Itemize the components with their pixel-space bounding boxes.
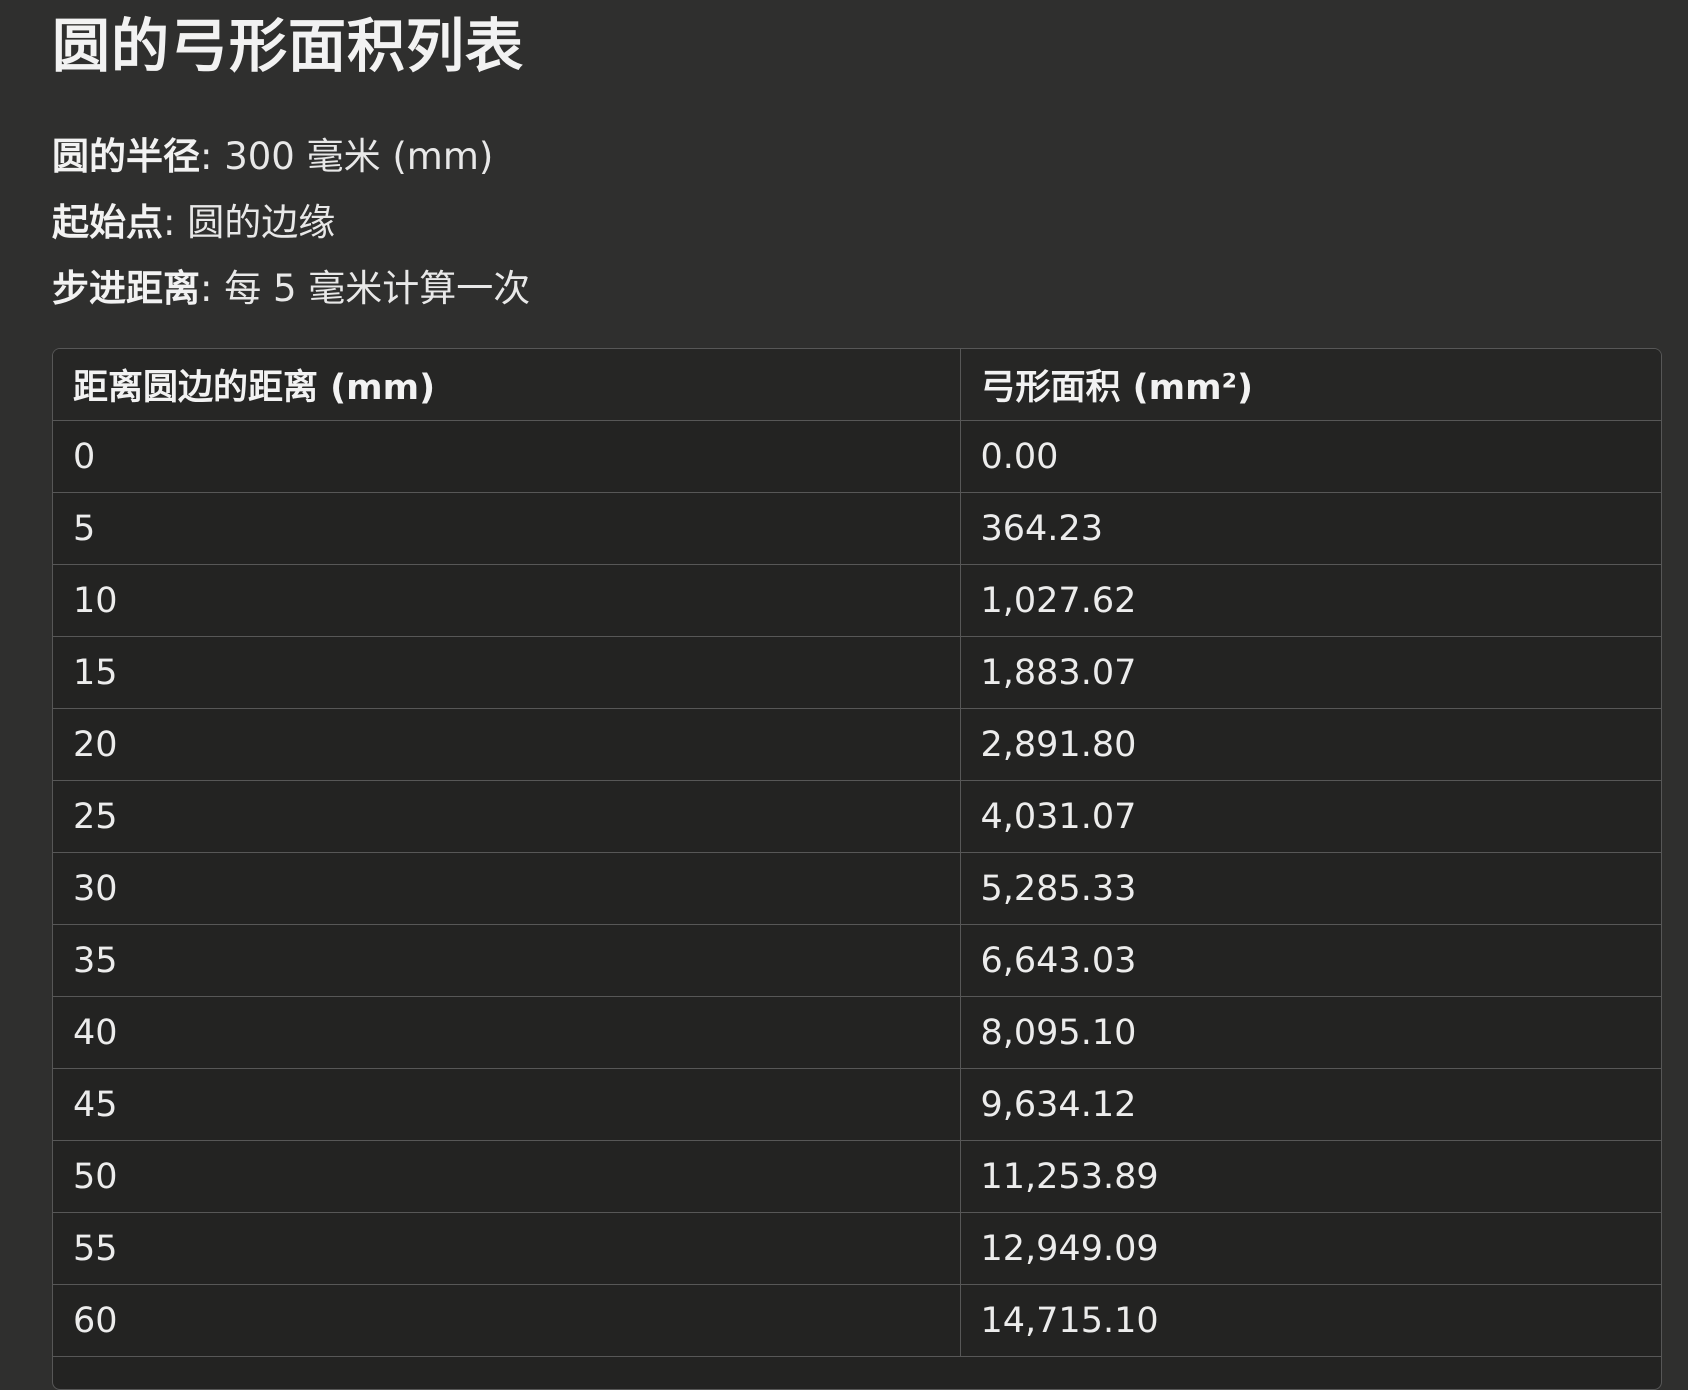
table-row: 20 2,891.80 — [53, 708, 1661, 781]
circle-parameters: 圆的半径: 300 毫米 (mm) 起始点: 圆的边缘 步进距离: 每 5 毫米… — [52, 124, 1662, 322]
distance-cell: 45 — [53, 1068, 960, 1141]
distance-cell: 50 — [53, 1140, 960, 1213]
distance-cell: 10 — [53, 564, 960, 637]
start-point-label: 起始点 — [52, 201, 163, 244]
area-cell: 4,031.07 — [959, 780, 1661, 853]
area-cell: 6,643.03 — [959, 924, 1661, 997]
area-cell: 0.00 — [959, 420, 1661, 493]
distance-cell: 60 — [53, 1284, 960, 1357]
distance-cell: 0 — [53, 420, 960, 493]
distance-cell: 55 — [53, 1212, 960, 1285]
column-header-area: 弓形面积 (mm²) — [959, 349, 1661, 421]
area-cell: 1,883.07 — [959, 636, 1661, 709]
table-row: 15 1,883.07 — [53, 636, 1661, 709]
table-row: 25 4,031.07 — [53, 780, 1661, 853]
area-cell: 11,253.89 — [959, 1140, 1661, 1213]
column-header-distance: 距离圆边的距离 (mm) — [53, 349, 960, 421]
distance-cell: 35 — [53, 924, 960, 997]
table-row: 0 0.00 — [53, 420, 1661, 493]
segment-area-table-container: 距离圆边的距离 (mm) 弓形面积 (mm²) 0 0.00 5 364.23 10… — [52, 348, 1662, 1390]
document-page: 圆的弓形面积列表 圆的半径: 300 毫米 (mm) 起始点: 圆的边缘 步进距… — [52, 0, 1662, 1390]
distance-cell: 25 — [53, 780, 960, 853]
table-row: 5 364.23 — [53, 492, 1661, 565]
area-cell: 9,634.12 — [959, 1068, 1661, 1141]
table-row: 50 11,253.89 — [53, 1140, 1661, 1213]
page-title: 圆的弓形面积列表 — [52, 12, 525, 80]
start-point-line: 起始点: 圆的边缘 — [52, 190, 1662, 256]
table-row: 35 6,643.03 — [53, 924, 1661, 997]
segment-area-table: 距离圆边的距离 (mm) 弓形面积 (mm²) 0 0.00 5 364.23 10… — [53, 349, 1661, 1357]
area-cell: 8,095.10 — [959, 996, 1661, 1069]
distance-cell: 20 — [53, 708, 960, 781]
radius-line: 圆的半径: 300 毫米 (mm) — [52, 124, 1662, 190]
table-row: 45 9,634.12 — [53, 1068, 1661, 1141]
table-row: 55 12,949.09 — [53, 1212, 1661, 1285]
radius-value: : 300 毫米 (mm) — [200, 135, 494, 178]
distance-cell: 5 — [53, 492, 960, 565]
table-row: 60 14,715.10 — [53, 1284, 1661, 1357]
step-distance-value: : 每 5 毫米计算一次 — [200, 267, 531, 310]
area-cell: 5,285.33 — [959, 852, 1661, 925]
table-header-row: 距离圆边的距离 (mm) 弓形面积 (mm²) — [53, 349, 1661, 421]
area-cell: 12,949.09 — [959, 1212, 1661, 1285]
table-row: 40 8,095.10 — [53, 996, 1661, 1069]
distance-cell: 15 — [53, 636, 960, 709]
table-row: 30 5,285.33 — [53, 852, 1661, 925]
start-point-value: : 圆的边缘 — [163, 201, 336, 244]
area-cell: 1,027.62 — [959, 564, 1661, 637]
step-distance-line: 步进距离: 每 5 毫米计算一次 — [52, 256, 1662, 322]
distance-cell: 40 — [53, 996, 960, 1069]
radius-label: 圆的半径 — [52, 135, 200, 178]
table-row: 10 1,027.62 — [53, 564, 1661, 637]
distance-cell: 30 — [53, 852, 960, 925]
area-cell: 364.23 — [959, 492, 1661, 565]
step-distance-label: 步进距离 — [52, 267, 200, 310]
area-cell: 14,715.10 — [959, 1284, 1661, 1357]
area-cell: 2,891.80 — [959, 708, 1661, 781]
